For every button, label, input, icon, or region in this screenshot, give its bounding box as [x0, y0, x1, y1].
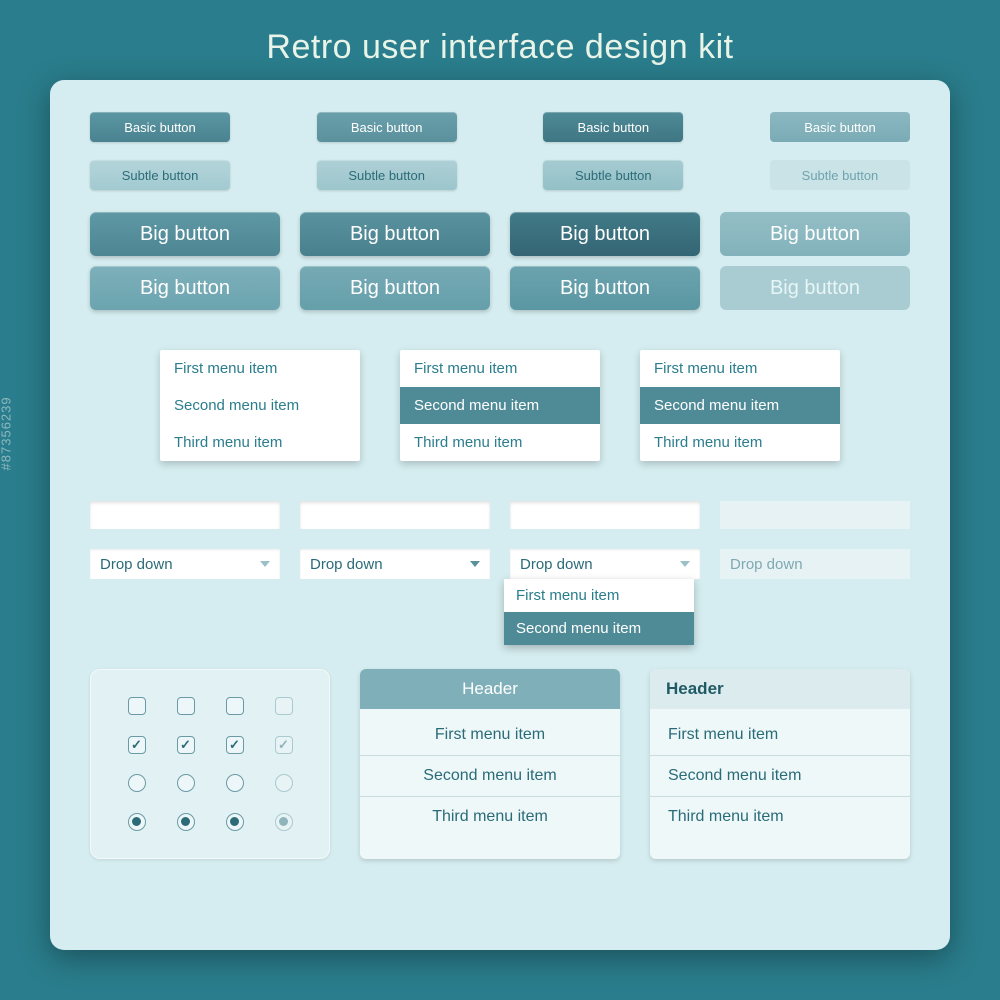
card-header: Header — [360, 669, 620, 709]
menu: First menu item Second menu item Third m… — [160, 350, 360, 461]
dropdown-option-selected[interactable]: Second menu item — [504, 612, 694, 645]
checkbox-checked[interactable]: ✓ — [177, 736, 195, 754]
menu-item-selected[interactable]: Second menu item — [640, 387, 840, 424]
big-button[interactable]: Big button — [300, 266, 490, 310]
card: Header First menu item Second menu item … — [360, 669, 620, 859]
checkbox-checked[interactable]: ✓ — [226, 736, 244, 754]
dropdown-list: First menu item Second menu item — [504, 579, 694, 645]
radio-selected-disabled — [275, 813, 293, 831]
checkbox-checked-disabled: ✓ — [275, 736, 293, 754]
big-button[interactable]: Big button — [510, 266, 700, 310]
basic-button-disabled: Basic button — [770, 112, 910, 142]
dropdown[interactable]: Drop down — [90, 549, 280, 579]
radio[interactable] — [177, 774, 195, 792]
dropdown-option[interactable]: First menu item — [504, 579, 694, 612]
card-item[interactable]: Third menu item — [360, 797, 620, 837]
menu-item[interactable]: Second menu item — [160, 387, 360, 424]
basic-button[interactable]: Basic button — [317, 112, 457, 142]
text-input-disabled — [720, 501, 910, 529]
radio[interactable] — [128, 774, 146, 792]
card-item[interactable]: First menu item — [360, 715, 620, 756]
menu-item[interactable]: First menu item — [400, 350, 600, 387]
radio-selected[interactable] — [226, 813, 244, 831]
chevron-down-icon — [470, 561, 480, 567]
menu-item[interactable]: Third menu item — [400, 424, 600, 461]
big-button[interactable]: Big button — [90, 212, 280, 256]
big-button-disabled: Big button — [720, 266, 910, 310]
menu-item-selected[interactable]: Second menu item — [400, 387, 600, 424]
chevron-down-icon — [260, 561, 270, 567]
big-button-disabled: Big button — [720, 212, 910, 256]
menu-item[interactable]: First menu item — [640, 350, 840, 387]
subtle-button-disabled: Subtle button — [770, 160, 910, 190]
dropdown-open[interactable]: Drop down — [510, 549, 700, 579]
kit-panel: Basic button Basic button Basic button B… — [50, 80, 950, 950]
card-item[interactable]: Third menu item — [650, 797, 910, 837]
watermark: #87356239 — [0, 396, 14, 470]
dropdown-label: Drop down — [100, 556, 173, 573]
menu-item[interactable]: First menu item — [160, 350, 360, 387]
checkbox[interactable] — [128, 697, 146, 715]
text-input[interactable] — [90, 501, 280, 529]
big-button[interactable]: Big button — [510, 212, 700, 256]
dropdown-disabled: Drop down — [720, 549, 910, 579]
checkbox-disabled — [275, 697, 293, 715]
checkbox-checked[interactable]: ✓ — [128, 736, 146, 754]
dropdown-label: Drop down — [310, 556, 383, 573]
big-button[interactable]: Big button — [300, 212, 490, 256]
menu: First menu item Second menu item Third m… — [400, 350, 600, 461]
menu: First menu item Second menu item Third m… — [640, 350, 840, 461]
menu-item[interactable]: Third menu item — [640, 424, 840, 461]
card-item[interactable]: First menu item — [650, 715, 910, 756]
basic-button[interactable]: Basic button — [543, 112, 683, 142]
card-item[interactable]: Second menu item — [650, 756, 910, 797]
checkbox[interactable] — [226, 697, 244, 715]
checkbox[interactable] — [177, 697, 195, 715]
radio-disabled — [275, 774, 293, 792]
subtle-button[interactable]: Subtle button — [317, 160, 457, 190]
dropdown[interactable]: Drop down — [300, 549, 490, 579]
text-input[interactable] — [510, 501, 700, 529]
menu-item[interactable]: Third menu item — [160, 424, 360, 461]
card-header: Header — [650, 669, 910, 709]
chevron-down-icon — [680, 561, 690, 567]
subtle-button[interactable]: Subtle button — [543, 160, 683, 190]
radio-selected[interactable] — [177, 813, 195, 831]
page-title: Retro user interface design kit — [0, 0, 1000, 67]
radio-selected[interactable] — [128, 813, 146, 831]
card-item[interactable]: Second menu item — [360, 756, 620, 797]
controls-panel: ✓ ✓ ✓ ✓ — [90, 669, 330, 859]
subtle-button[interactable]: Subtle button — [90, 160, 230, 190]
text-input[interactable] — [300, 501, 490, 529]
radio[interactable] — [226, 774, 244, 792]
dropdown-label: Drop down — [730, 556, 803, 573]
card: Header First menu item Second menu item … — [650, 669, 910, 859]
big-button[interactable]: Big button — [90, 266, 280, 310]
basic-button[interactable]: Basic button — [90, 112, 230, 142]
dropdown-label: Drop down — [520, 556, 593, 573]
